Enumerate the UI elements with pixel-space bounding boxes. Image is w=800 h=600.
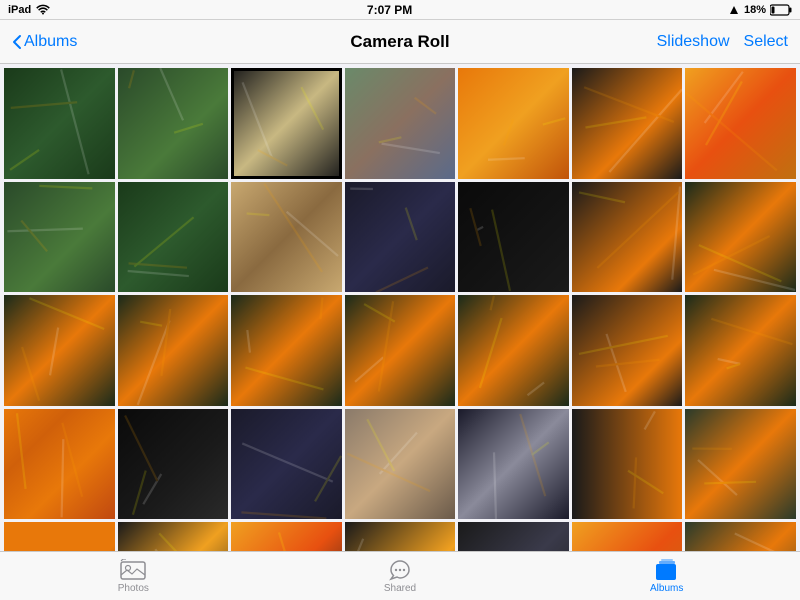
shared-icon xyxy=(387,559,413,581)
tab-bar: Photos Shared Albums xyxy=(0,551,800,600)
albums-tab-label: Albums xyxy=(650,583,683,594)
photo-thumb[interactable] xyxy=(231,409,342,520)
photos-tab-label: Photos xyxy=(118,583,149,594)
tab-photos[interactable]: Photos xyxy=(0,559,267,594)
photo-thumb[interactable] xyxy=(572,295,683,406)
nav-bar: Albums Camera Roll Slideshow Select xyxy=(0,20,800,64)
photo-thumb[interactable] xyxy=(231,522,342,551)
photo-thumb[interactable] xyxy=(345,409,456,520)
photo-thumb[interactable] xyxy=(118,295,229,406)
photo-thumb[interactable] xyxy=(345,295,456,406)
photo-thumb[interactable] xyxy=(685,68,796,179)
photo-thumb[interactable] xyxy=(118,68,229,179)
back-label: Albums xyxy=(24,33,77,51)
status-bar: iPad 7:07 PM 18% xyxy=(0,0,800,20)
photo-grid-container[interactable] xyxy=(0,64,800,551)
photo-thumb[interactable] xyxy=(4,68,115,179)
photo-thumb[interactable] xyxy=(345,522,456,551)
photo-thumb[interactable] xyxy=(572,68,683,179)
battery-percent: 18% xyxy=(744,4,766,16)
photo-thumb[interactable] xyxy=(572,182,683,293)
photo-thumb[interactable] xyxy=(231,182,342,293)
photo-thumb[interactable] xyxy=(4,409,115,520)
photo-thumb[interactable] xyxy=(231,68,342,179)
nav-actions: Slideshow Select xyxy=(657,33,788,51)
tab-albums[interactable]: Albums xyxy=(533,559,800,594)
photos-icon xyxy=(120,559,146,581)
tab-shared[interactable]: Shared xyxy=(267,559,534,594)
photo-thumb[interactable] xyxy=(345,182,456,293)
status-left: iPad xyxy=(8,4,51,16)
select-button[interactable]: Select xyxy=(744,33,788,51)
photo-thumb[interactable] xyxy=(231,295,342,406)
signal-icon xyxy=(728,4,740,16)
back-button[interactable]: Albums xyxy=(12,33,77,51)
photo-thumb[interactable] xyxy=(685,409,796,520)
status-time: 7:07 PM xyxy=(367,3,412,17)
photo-thumb[interactable] xyxy=(685,522,796,551)
photo-thumb[interactable] xyxy=(118,522,229,551)
photo-thumb[interactable] xyxy=(4,522,115,551)
photo-thumb[interactable] xyxy=(118,409,229,520)
photo-thumb[interactable] xyxy=(4,295,115,406)
albums-icon xyxy=(654,559,680,581)
photo-thumb[interactable] xyxy=(458,295,569,406)
photo-thumb[interactable] xyxy=(458,182,569,293)
photo-thumb[interactable] xyxy=(685,295,796,406)
photo-thumb[interactable] xyxy=(685,182,796,293)
page-title: Camera Roll xyxy=(350,32,449,52)
photo-thumb[interactable] xyxy=(572,409,683,520)
photo-grid xyxy=(4,68,796,551)
photo-thumb[interactable] xyxy=(118,182,229,293)
device-label: iPad xyxy=(8,4,31,16)
shared-tab-label: Shared xyxy=(384,583,416,594)
wifi-icon xyxy=(35,4,51,16)
photo-thumb[interactable] xyxy=(458,522,569,551)
photo-thumb[interactable] xyxy=(345,68,456,179)
slideshow-button[interactable]: Slideshow xyxy=(657,33,730,51)
photo-thumb[interactable] xyxy=(4,182,115,293)
photo-thumb[interactable] xyxy=(458,409,569,520)
status-right: 18% xyxy=(728,4,792,16)
photo-thumb[interactable] xyxy=(572,522,683,551)
photo-thumb[interactable] xyxy=(458,68,569,179)
battery-icon xyxy=(770,4,792,16)
